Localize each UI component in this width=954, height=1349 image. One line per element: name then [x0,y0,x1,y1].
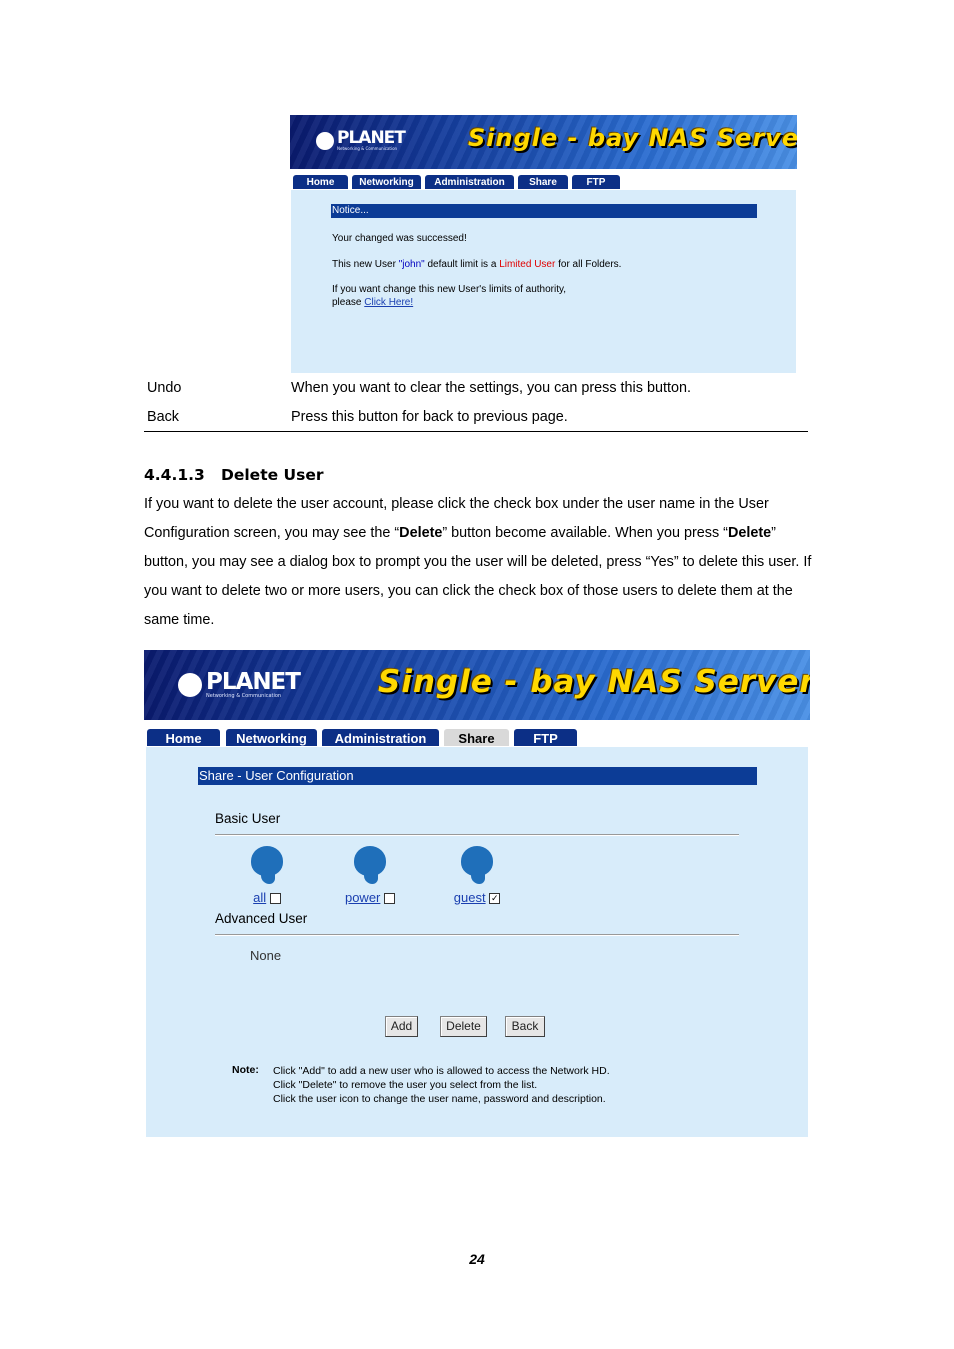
section-title-bar: Share - User Configuration [198,767,757,785]
limit-type: Limited User [499,259,556,270]
tab-networking[interactable]: Networking [352,175,421,189]
section-paragraph: If you want to delete the user account, … [144,490,824,635]
user-item-guest[interactable]: guest ✓ [444,846,510,905]
table-term: Undo [147,380,182,396]
user-item-all[interactable]: all [239,846,295,905]
tab-networking[interactable]: Networking [226,729,317,746]
note-line: Click "Add" to add a new user who is all… [273,1065,610,1077]
user-link[interactable]: power [345,890,380,905]
paragraph-line: button, you may see a dialog box to prom… [144,554,812,570]
user-checkbox[interactable] [384,893,396,905]
logo-subtitle: Networking & Communication [337,146,398,151]
logo-text: PLANET [206,669,301,695]
figure2-banner: PLANET Networking & Communication Single… [144,650,810,720]
text-run: Configuration screen, you may see the “ [144,525,400,541]
table-desc: When you want to clear the settings, you… [291,380,691,396]
tab-share[interactable]: Share [518,175,568,189]
section-heading: 4.4.1.3 Delete User [144,466,324,484]
none-label: None [250,948,282,963]
advanced-user-heading: Advanced User [215,911,308,926]
note-line: Click the user icon to change the user n… [273,1093,606,1105]
table-desc: Press this button for back to previous p… [291,409,568,425]
text-run: ” [771,525,776,541]
line2-mid: default limit is a [424,259,500,270]
page-number: 24 [469,1251,485,1267]
planet-logo: PLANET Networking & Communication [316,128,406,151]
paragraph-line: same time. [144,612,215,628]
notice-line-1: Your changed was successed! [332,233,467,244]
user-link[interactable]: guest [454,890,486,905]
tab-administration[interactable]: Administration [425,175,514,189]
note-lines: Click "Add" to add a new user who is all… [273,1064,610,1106]
user-head-icon[interactable] [461,846,493,886]
note-label: Note: [232,1064,259,1076]
user-name: "john" [398,259,425,270]
tab-administration[interactable]: Administration [322,729,439,746]
basic-user-divider [215,834,739,835]
text-run: ” button become available. When you pres… [442,525,728,541]
delete-emphasis: Delete [727,525,772,541]
figure1-banner: PLANET Networking & Communication Single… [290,115,797,169]
notice-bar: Notice... [331,204,757,218]
user-head-icon[interactable] [354,846,386,886]
paragraph-line: you want to delete two or more users, yo… [144,583,793,599]
add-button[interactable]: Add [385,1016,418,1037]
notice-line-2: This new User "john" default limit is a … [332,259,621,270]
banner-title: Single - bay NAS Server [468,124,797,152]
notice-line-3: If you want change this new User's limit… [332,284,567,295]
table-term: Back [147,409,179,425]
user-checkbox[interactable] [269,893,281,905]
planet-logo: PLANET Networking & Communication [178,669,301,699]
user-link[interactable]: all [253,890,266,905]
table-bottom-rule [144,431,808,432]
click-here-link[interactable]: Click Here! [364,297,413,308]
user-item-power[interactable]: power [337,846,403,905]
tab-ftp[interactable]: FTP [572,175,620,189]
note-line: Click "Delete" to remove the user you se… [273,1079,538,1091]
advanced-user-divider [215,934,739,935]
line2-pre: This new User [332,259,399,270]
basic-user-heading: Basic User [215,811,281,826]
line4-pre: please [332,297,365,308]
banner-title: Single - bay NAS Server [378,664,810,700]
notice-line-4: please Click Here! [332,297,413,308]
back-button[interactable]: Back [505,1016,545,1037]
user-head-icon[interactable] [251,846,283,886]
paragraph-line: Configuration screen, you may see the “D… [144,519,824,548]
paragraph-line: If you want to delete the user account, … [144,496,769,512]
planet-logo-icon [178,673,202,697]
tab-ftp[interactable]: FTP [514,729,577,746]
tab-share-active[interactable]: Share [444,729,509,746]
tab-home[interactable]: Home [147,729,220,746]
delete-button[interactable]: Delete [440,1016,487,1037]
delete-emphasis: Delete [399,525,443,541]
logo-text: PLANET [337,128,406,148]
user-checkbox-checked[interactable]: ✓ [489,893,501,905]
tab-home[interactable]: Home [293,175,348,189]
planet-logo-icon [316,131,334,150]
line2-post: for all Folders. [555,259,622,270]
